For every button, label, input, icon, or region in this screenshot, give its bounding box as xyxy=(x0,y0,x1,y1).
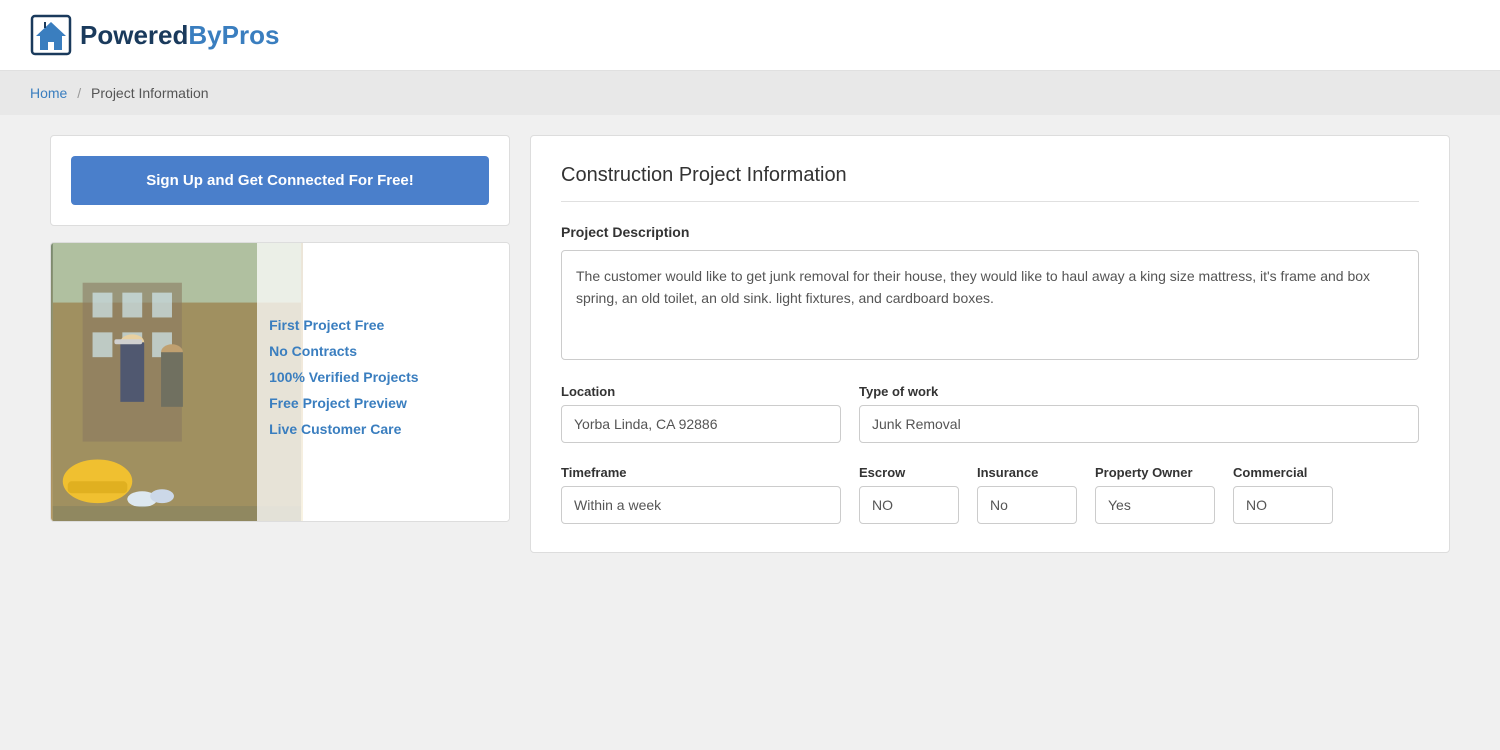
type-of-work-field-group: Type of work Junk Removal xyxy=(859,384,1419,443)
breadcrumb-current: Project Information xyxy=(91,85,209,101)
logo-text: PoweredByPros xyxy=(80,20,279,51)
insurance-label: Insurance xyxy=(977,465,1077,480)
promo-item-2: No Contracts xyxy=(269,343,357,359)
location-field-group: Location Yorba Linda, CA 92886 xyxy=(561,384,841,443)
sidebar: Sign Up and Get Connected For Free! xyxy=(50,135,510,553)
type-of-work-label: Type of work xyxy=(859,384,1419,399)
promo-item-4: Free Project Preview xyxy=(269,395,407,411)
location-value: Yorba Linda, CA 92886 xyxy=(561,405,841,443)
description-label: Project Description xyxy=(561,224,1419,240)
timeframe-label: Timeframe xyxy=(561,465,841,480)
property-owner-field-group: Property Owner Yes xyxy=(1095,465,1215,524)
commercial-value: NO xyxy=(1233,486,1333,524)
promo-text-area: First Project Free No Contracts 100% Ver… xyxy=(257,243,509,521)
escrow-value: NO xyxy=(859,486,959,524)
timeframe-value: Within a week xyxy=(561,486,841,524)
info-panel: Construction Project Information Project… xyxy=(530,135,1450,553)
details-row: Timeframe Within a week Escrow NO Insura… xyxy=(561,465,1419,524)
commercial-label: Commercial xyxy=(1233,465,1333,480)
panel-title: Construction Project Information xyxy=(561,164,1419,202)
location-type-row: Location Yorba Linda, CA 92886 Type of w… xyxy=(561,384,1419,443)
promo-item-1: First Project Free xyxy=(269,317,384,333)
promo-item-3: 100% Verified Projects xyxy=(269,369,418,385)
promo-item-5: Live Customer Care xyxy=(269,421,401,437)
breadcrumb-home-link[interactable]: Home xyxy=(30,85,67,101)
breadcrumb-separator: / xyxy=(77,85,81,101)
logo: PoweredByPros xyxy=(30,14,279,56)
commercial-field-group: Commercial NO xyxy=(1233,465,1333,524)
signup-button[interactable]: Sign Up and Get Connected For Free! xyxy=(71,156,489,205)
property-owner-value: Yes xyxy=(1095,486,1215,524)
location-label: Location xyxy=(561,384,841,399)
main-content: Sign Up and Get Connected For Free! xyxy=(20,115,1480,573)
type-of-work-value: Junk Removal xyxy=(859,405,1419,443)
property-owner-label: Property Owner xyxy=(1095,465,1215,480)
insurance-field-group: Insurance No xyxy=(977,465,1077,524)
header: PoweredByPros xyxy=(0,0,1500,71)
logo-icon xyxy=(30,14,72,56)
breadcrumb: Home / Project Information xyxy=(0,71,1500,115)
escrow-field-group: Escrow NO xyxy=(859,465,959,524)
promo-card: First Project Free No Contracts 100% Ver… xyxy=(50,242,510,522)
description-text: The customer would like to get junk remo… xyxy=(561,250,1419,360)
escrow-label: Escrow xyxy=(859,465,959,480)
signup-card: Sign Up and Get Connected For Free! xyxy=(50,135,510,226)
timeframe-field-group: Timeframe Within a week xyxy=(561,465,841,524)
insurance-value: No xyxy=(977,486,1077,524)
